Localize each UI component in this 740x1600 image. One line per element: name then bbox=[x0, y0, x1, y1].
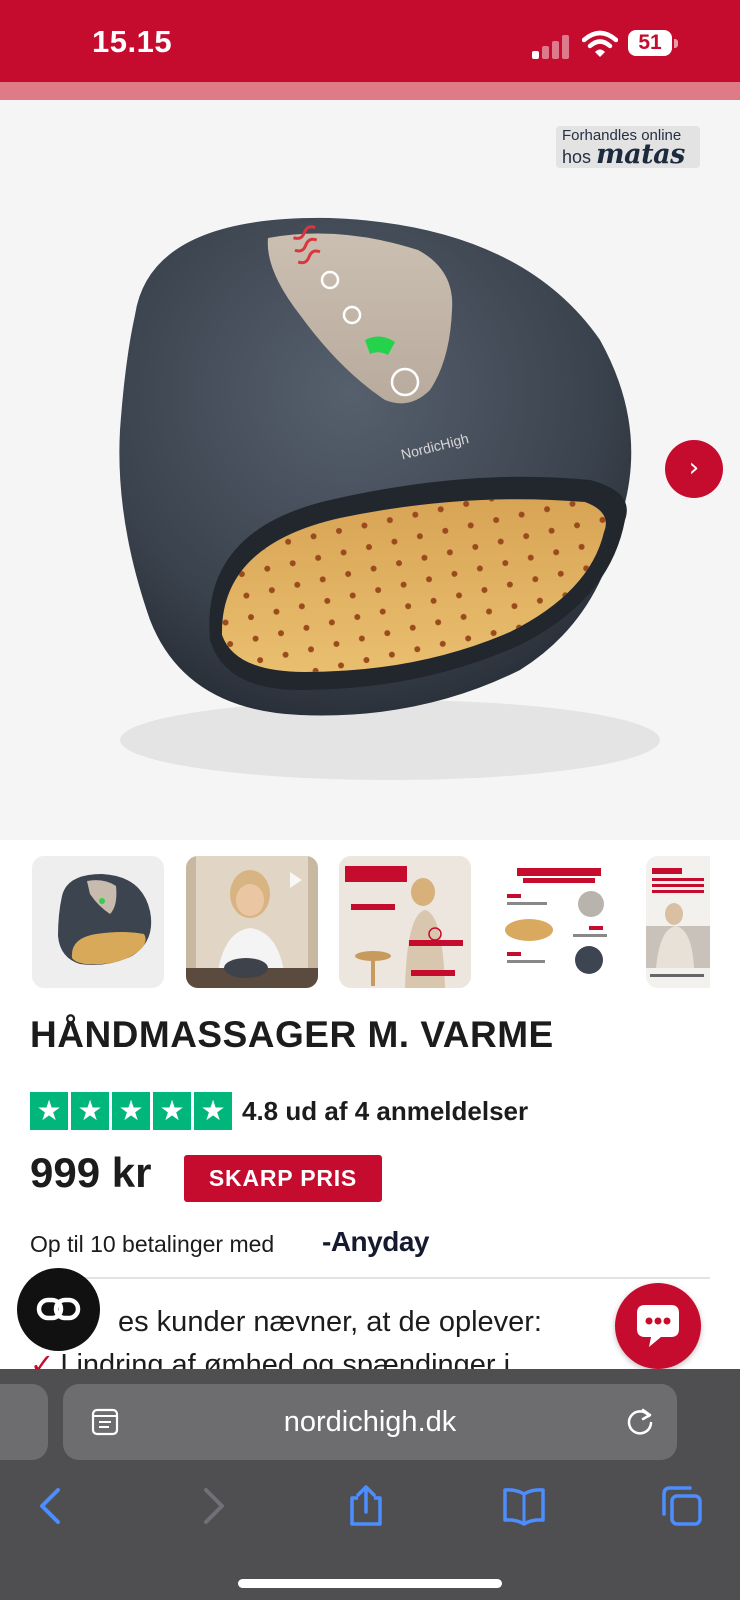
tab-overview-icon[interactable] bbox=[660, 1484, 704, 1528]
bookmarks-icon[interactable] bbox=[502, 1484, 546, 1528]
thumbnail-relief-image bbox=[339, 856, 471, 988]
thumbnail-strip[interactable] bbox=[0, 856, 740, 990]
product-image: NordicHigh bbox=[119, 217, 660, 780]
star-icon: ★ bbox=[153, 1092, 191, 1130]
battery-level: 51 bbox=[628, 30, 672, 56]
chat-button[interactable] bbox=[615, 1283, 701, 1369]
product-price: 999 kr bbox=[30, 1149, 152, 1196]
sale-badge: SKARP PRIS bbox=[184, 1155, 382, 1202]
browser-toolbar: nordichigh.dk bbox=[0, 1369, 740, 1600]
thumbnail-product-image bbox=[58, 874, 152, 965]
share-icon[interactable] bbox=[344, 1484, 388, 1528]
signal-icon bbox=[532, 35, 572, 59]
divider bbox=[30, 1277, 710, 1279]
thumbnail-howto-image bbox=[493, 856, 625, 988]
thumbnail-before-image bbox=[646, 856, 710, 988]
chat-icon bbox=[637, 1305, 679, 1347]
address-bar[interactable]: nordichigh.dk bbox=[63, 1384, 677, 1460]
thumbnail-1[interactable] bbox=[32, 856, 164, 988]
product-title: HÅNDMASSAGER M. VARME bbox=[30, 1014, 554, 1055]
product-image-carousel[interactable]: NordicHigh Forhandles online hos matas › bbox=[0, 100, 740, 840]
thumbnail-5[interactable] bbox=[646, 856, 710, 988]
thumbnail-video-image bbox=[186, 856, 318, 988]
carousel-next-button[interactable]: › bbox=[665, 440, 723, 498]
thumbnail-3[interactable] bbox=[339, 856, 471, 988]
chevron-right-icon: › bbox=[688, 453, 700, 483]
status-bar: 15.15 51 bbox=[0, 0, 740, 82]
matas-badge: Forhandles online hos matas bbox=[556, 126, 700, 168]
matas-badge-prefix: hos bbox=[562, 147, 592, 167]
matas-logo: matas bbox=[596, 139, 685, 170]
home-indicator[interactable] bbox=[238, 1579, 502, 1588]
reload-icon[interactable] bbox=[623, 1404, 657, 1438]
thumbnail-4[interactable] bbox=[493, 856, 625, 988]
status-time: 15.15 bbox=[92, 24, 173, 59]
forward-icon[interactable] bbox=[190, 1484, 234, 1528]
wifi-icon bbox=[582, 30, 618, 57]
customers-text: es kunder nævner, at de oplever: bbox=[118, 1306, 542, 1338]
back-icon[interactable] bbox=[30, 1484, 74, 1528]
star-icon: ★ bbox=[71, 1092, 109, 1130]
star-icon: ★ bbox=[194, 1092, 232, 1130]
previous-tab-peek[interactable] bbox=[0, 1384, 48, 1460]
star-icon: ★ bbox=[112, 1092, 150, 1130]
announcement-strip bbox=[0, 82, 740, 100]
star-icon: ★ bbox=[30, 1092, 68, 1130]
link-icon bbox=[36, 1297, 81, 1321]
installments-text: Op til 10 betalinger med bbox=[30, 1231, 275, 1257]
rating-text[interactable]: 4.8 ud af 4 anmeldelser bbox=[242, 1096, 528, 1127]
thumbnail-2-video[interactable] bbox=[186, 856, 318, 988]
anyday-logo[interactable]: -Anyday bbox=[322, 1226, 429, 1258]
battery-icon: 51 bbox=[628, 30, 678, 56]
url-text: nordichigh.dk bbox=[283, 1406, 457, 1438]
link-button[interactable] bbox=[17, 1268, 100, 1351]
